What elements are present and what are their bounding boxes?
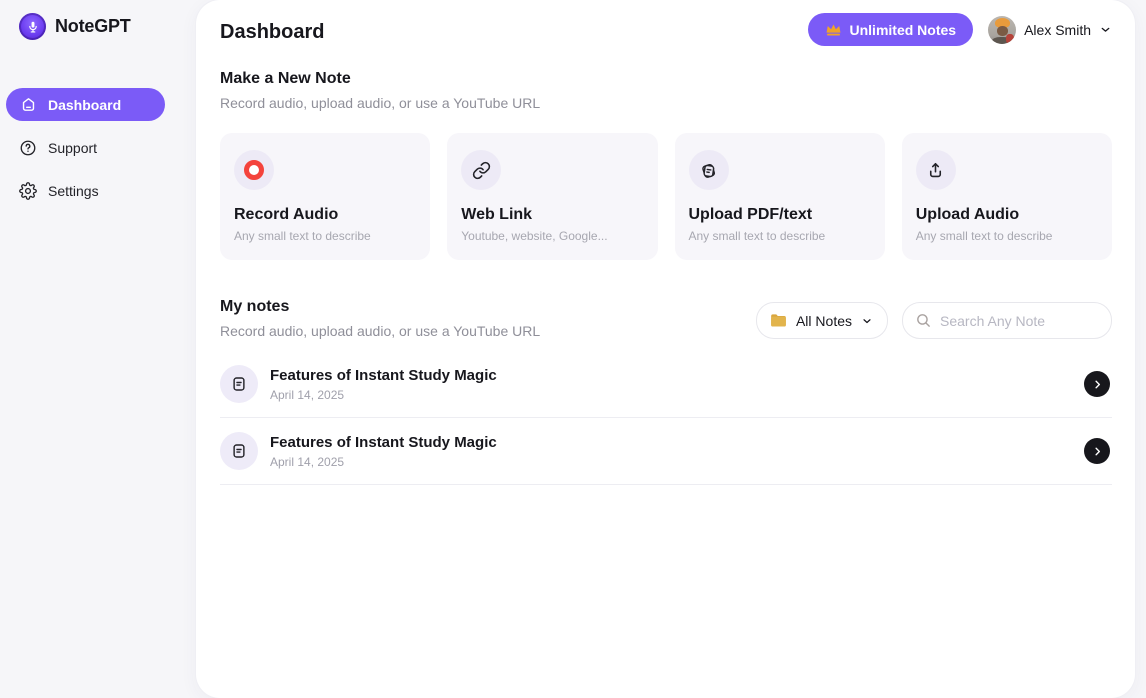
unlimited-notes-button[interactable]: Unlimited Notes <box>808 13 974 46</box>
new-note-cards: Record Audio Any small text to describe … <box>220 133 1112 260</box>
user-avatar <box>988 16 1016 44</box>
sidebar-item-label: Settings <box>48 183 99 199</box>
documents-icon <box>689 150 729 190</box>
new-note-subtitle: Record audio, upload audio, or use a You… <box>220 95 1112 111</box>
note-title: Features of Instant Study Magic <box>270 367 1072 384</box>
user-name: Alex Smith <box>1024 22 1091 38</box>
gear-icon <box>19 182 37 200</box>
chevron-right-icon <box>1092 446 1103 457</box>
all-notes-dropdown[interactable]: All Notes <box>756 302 888 339</box>
help-icon <box>19 139 37 157</box>
note-title: Features of Instant Study Magic <box>270 434 1072 451</box>
search-note-box <box>902 302 1112 339</box>
sidebar-item-label: Support <box>48 140 97 156</box>
note-icon <box>220 365 258 403</box>
chevron-right-icon <box>1092 379 1103 390</box>
notes-list: Features of Instant Study Magic April 14… <box>220 351 1112 485</box>
note-texts: Features of Instant Study Magic April 14… <box>270 367 1072 402</box>
card-title: Upload Audio <box>916 206 1098 224</box>
note-row[interactable]: Features of Instant Study Magic April 14… <box>220 351 1112 418</box>
note-row[interactable]: Features of Instant Study Magic April 14… <box>220 418 1112 485</box>
microphone-icon <box>19 13 46 40</box>
note-icon <box>220 432 258 470</box>
home-icon <box>19 96 37 114</box>
search-icon <box>915 312 932 329</box>
main-panel: Dashboard Unlimited Notes Alex Smith <box>196 0 1135 698</box>
link-icon <box>461 150 501 190</box>
brand-name: NoteGPT <box>55 16 131 37</box>
card-subtitle: Any small text to describe <box>234 229 416 243</box>
card-subtitle: Youtube, website, Google... <box>461 229 643 243</box>
my-notes-subtitle: Record audio, upload audio, or use a You… <box>220 323 540 339</box>
card-subtitle: Any small text to describe <box>689 229 871 243</box>
page-title: Dashboard <box>220 16 808 44</box>
top-bar: Dashboard Unlimited Notes Alex Smith <box>220 0 1112 46</box>
open-note-button[interactable] <box>1084 438 1110 464</box>
new-note-title: Make a New Note <box>220 70 1112 88</box>
all-notes-label: All Notes <box>796 313 852 329</box>
my-notes-header: My notes Record audio, upload audio, or … <box>220 298 1112 339</box>
upload-audio-card[interactable]: Upload Audio Any small text to describe <box>902 133 1112 260</box>
record-audio-card[interactable]: Record Audio Any small text to describe <box>220 133 430 260</box>
sidebar-item-settings[interactable]: Settings <box>6 174 165 207</box>
unlimited-notes-label: Unlimited Notes <box>850 22 957 38</box>
web-link-card[interactable]: Web Link Youtube, website, Google... <box>447 133 657 260</box>
sidebar-item-label: Dashboard <box>48 97 121 113</box>
note-texts: Features of Instant Study Magic April 14… <box>270 434 1072 469</box>
card-subtitle: Any small text to describe <box>916 229 1098 243</box>
folder-icon <box>770 313 787 328</box>
card-title: Upload PDF/text <box>689 206 871 224</box>
card-title: Web Link <box>461 206 643 224</box>
user-menu[interactable]: Alex Smith <box>988 16 1112 44</box>
chevron-down-icon <box>1099 23 1112 36</box>
sidebar: NoteGPT Dashboard Support <box>0 0 196 698</box>
note-date: April 14, 2025 <box>270 388 1072 402</box>
upload-icon <box>916 150 956 190</box>
chevron-down-icon <box>861 315 873 327</box>
open-note-button[interactable] <box>1084 371 1110 397</box>
my-notes-title: My notes <box>220 298 540 316</box>
sidebar-item-support[interactable]: Support <box>6 131 165 164</box>
brand-logo: NoteGPT <box>19 13 196 40</box>
note-date: April 14, 2025 <box>270 455 1072 469</box>
upload-pdf-card[interactable]: Upload PDF/text Any small text to descri… <box>675 133 885 260</box>
notes-controls: All Notes <box>756 302 1112 339</box>
search-note-input[interactable] <box>940 313 1121 329</box>
new-note-section: Make a New Note Record audio, upload aud… <box>220 70 1112 111</box>
card-title: Record Audio <box>234 206 416 224</box>
sidebar-item-dashboard[interactable]: Dashboard <box>6 88 165 121</box>
crown-icon <box>825 22 842 37</box>
record-icon <box>234 150 274 190</box>
sidebar-nav: Dashboard Support Settings <box>0 88 196 207</box>
